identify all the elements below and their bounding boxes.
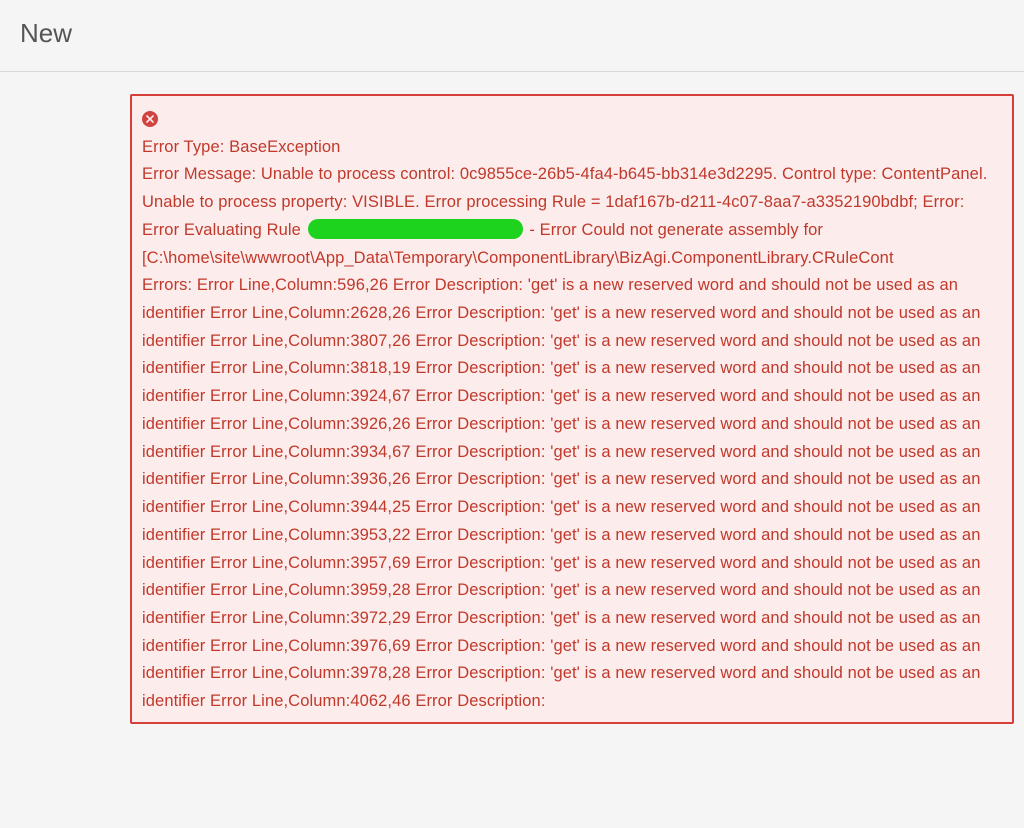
redacted-segment [308, 219, 523, 239]
error-message-body: Error Type: BaseException Error Message:… [142, 134, 1002, 716]
page-header: New [0, 0, 1024, 72]
x-icon [145, 114, 155, 124]
error-msg-part2: - Error Could not generate assembly for [529, 221, 823, 239]
page-title: New [20, 18, 1004, 49]
content-area: Error Type: BaseException Error Message:… [0, 72, 1024, 724]
close-icon[interactable] [142, 111, 158, 127]
error-path-line: [C:\home\site\wwwroot\App_Data\Temporary… [142, 245, 1002, 273]
error-details-block: Errors: Error Line,Column:596,26 Error D… [142, 276, 980, 710]
error-panel: Error Type: BaseException Error Message:… [130, 94, 1014, 724]
error-type-line: Error Type: BaseException [142, 134, 1002, 162]
